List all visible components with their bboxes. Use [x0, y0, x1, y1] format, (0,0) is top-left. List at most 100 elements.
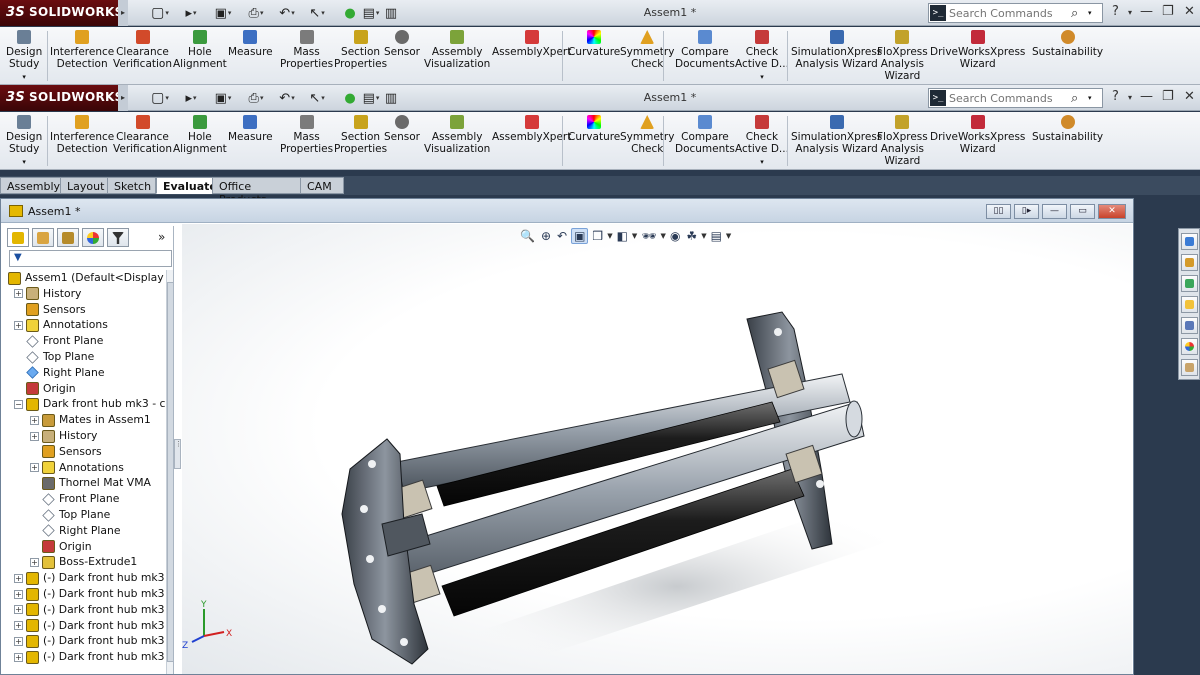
save-icon[interactable]: ▣ ▾ [213, 3, 233, 23]
tree-item[interactable]: Origin [30, 539, 92, 555]
panel-splitter[interactable]: ⋮ [174, 439, 182, 469]
new-document-icon[interactable]: ▢ ▾ [150, 3, 170, 23]
tree-item[interactable]: Sensors [14, 302, 86, 318]
custom-properties-button[interactable] [1181, 338, 1198, 355]
clearance-verification-button[interactable]: Clearance Verification [113, 115, 172, 155]
solidworks-logo[interactable]: 3S SOLIDWORKS [0, 85, 123, 111]
dropdown-caret-icon[interactable]: ▾ [6, 156, 42, 168]
tree-filter-field[interactable]: ▼ [9, 250, 172, 267]
expand-icon[interactable]: + [30, 415, 39, 425]
graphics-area[interactable]: 🔍 ⊕ ↶ ▣ ❒ ▼ ◧ ▼ 🕶 ▼ ◉ ☘ ▼ ▤ ▼ Y X Z [182, 224, 1132, 674]
tree-item[interactable]: Front Plane [14, 333, 103, 349]
symmetry-check-button[interactable]: Symmetry Check [620, 30, 674, 70]
help-dropdown-icon[interactable]: ▾ [1128, 93, 1132, 102]
measure-button[interactable]: Measure [228, 115, 273, 143]
rebuild-icon[interactable]: ● [340, 88, 360, 108]
tree-item[interactable]: Right Plane [14, 365, 104, 381]
search-icon[interactable]: ⌕ [1071, 91, 1085, 106]
search-dropdown-icon[interactable]: ▾ [1088, 9, 1092, 17]
tree-item[interactable]: + (-) Dark front hub mk3 - [14, 586, 166, 602]
tree-item[interactable]: Thornel Mat VMA [30, 475, 151, 491]
expand-icon[interactable]: + [14, 289, 23, 299]
view-palette-button[interactable] [1181, 296, 1198, 313]
property-manager-tab[interactable] [32, 228, 54, 247]
simulationxpress-button[interactable]: SimulationXpress Analysis Wizard [791, 30, 882, 70]
restore-app-button[interactable]: ❐ [1162, 4, 1174, 19]
tree-item[interactable]: − Dark front hub mk3 - car [14, 396, 166, 412]
clearance-verification-button[interactable]: Clearance Verification [113, 30, 172, 70]
tab-assembly[interactable]: Assembly [0, 177, 61, 194]
expand-icon[interactable]: + [30, 463, 39, 473]
sensor-button[interactable]: Sensor [384, 30, 420, 58]
help-dropdown-icon[interactable]: ▾ [1128, 8, 1132, 17]
search-commands-box[interactable]: >_ ⌕▾ [928, 88, 1103, 108]
sensor-button[interactable]: Sensor [384, 115, 420, 143]
save-icon[interactable]: ▣ ▾ [213, 88, 233, 108]
tree-item[interactable]: Origin [14, 381, 76, 397]
check-active-document-button[interactable]: Check Active D... ▾ [735, 115, 789, 168]
curvature-button[interactable]: Curvature [568, 115, 620, 143]
configuration-manager-tab[interactable] [57, 228, 79, 247]
search-commands-box[interactable]: >_ ⌕▾ [928, 3, 1103, 23]
measure-button[interactable]: Measure [228, 30, 273, 58]
driveworksxpress-button[interactable]: DriveWorksXpress Wizard [930, 115, 1025, 155]
tree-item[interactable]: + History [30, 428, 97, 444]
expand-icon[interactable]: + [30, 557, 39, 567]
expand-icon[interactable]: + [14, 605, 23, 615]
tab-layout[interactable]: Layout [60, 177, 108, 194]
sustainability-button[interactable]: Sustainability [1032, 115, 1103, 143]
undo-icon[interactable]: ↶ ▾ [277, 3, 297, 23]
mass-properties-button[interactable]: Mass Properties [280, 115, 333, 155]
design-study-button[interactable]: Design Study ▾ [6, 30, 42, 83]
symmetry-check-button[interactable]: Symmetry Check [620, 115, 674, 155]
hole-alignment-button[interactable]: Hole Alignment [173, 30, 227, 70]
compare-documents-button[interactable]: Compare Documents [675, 30, 735, 70]
tree-item[interactable]: + Mates in Assem1 [30, 412, 151, 428]
interference-detection-button[interactable]: Interference Detection [50, 115, 114, 155]
tree-item[interactable]: + Annotations [14, 317, 108, 333]
display-manager-tab[interactable] [82, 228, 104, 247]
hub-model-section-view[interactable]: Y X Z [182, 224, 1132, 674]
compare-documents-button[interactable]: Compare Documents [675, 115, 735, 155]
collapse-icon[interactable]: − [14, 399, 23, 409]
tree-item[interactable]: Sensors [30, 444, 102, 460]
tree-item[interactable]: Assem1 (Default<Display Sta [8, 270, 166, 286]
section-properties-button[interactable]: Section Properties [334, 30, 387, 70]
expand-icon[interactable]: + [14, 636, 23, 646]
solidworks-resources-button[interactable] [1181, 233, 1198, 250]
expand-icon[interactable]: + [14, 652, 23, 662]
expand-icon[interactable]: + [14, 589, 23, 599]
tree-item[interactable]: + (-) Dark front hub mk3 - [14, 570, 166, 586]
tree-scrollbar[interactable] [166, 270, 173, 674]
restore-window-button[interactable]: ▭ [1070, 204, 1095, 219]
tab-office-products[interactable]: Office Products [212, 177, 301, 206]
interference-detection-button[interactable]: Interference Detection [50, 30, 114, 70]
tree-item[interactable]: + (-) Dark front hub mk3 - ( [14, 602, 166, 618]
expand-icon[interactable]: + [14, 320, 23, 330]
minimize-app-button[interactable]: — [1140, 89, 1153, 104]
file-properties-icon[interactable]: ▥ [381, 3, 401, 23]
close-window-button[interactable]: ✕ [1098, 204, 1126, 219]
assemblyxpert-button[interactable]: AssemblyXpert [492, 115, 571, 143]
restore-app-button[interactable]: ❐ [1162, 89, 1174, 104]
tree-item[interactable]: + (-) Dark front hub mk3 - ( [14, 618, 166, 634]
tree-item[interactable]: + (-) Dark front hub mk3 - [14, 633, 166, 649]
search-commands-input[interactable] [949, 6, 1071, 20]
hole-alignment-button[interactable]: Hole Alignment [173, 115, 227, 155]
driveworksxpress-button[interactable]: DriveWorksXpress Wizard [930, 30, 1025, 70]
tab-cam[interactable]: CAM [300, 177, 344, 194]
tree-item[interactable]: + (-) Dark front hub mk3 - [14, 649, 166, 665]
curvature-button[interactable]: Curvature [568, 30, 620, 58]
assemblyxpert-button[interactable]: AssemblyXpert [492, 30, 571, 58]
new-document-icon[interactable]: ▢ ▾ [150, 88, 170, 108]
file-explorer-button[interactable] [1181, 275, 1198, 292]
print-icon[interactable]: ⎙ ▾ [246, 88, 266, 108]
rebuild-icon[interactable]: ● [340, 3, 360, 23]
tree-item[interactable]: Right Plane [30, 523, 120, 539]
tree-item[interactable]: Front Plane [30, 491, 119, 507]
options-icon[interactable]: ▤ ▾ [361, 88, 381, 108]
tree-item[interactable]: + Boss-Extrude1 [30, 554, 137, 570]
expand-icon[interactable]: + [14, 621, 23, 631]
appearances-button[interactable] [1181, 317, 1198, 334]
floxpress-button[interactable]: FloXpress Analysis Wizard [877, 115, 928, 167]
